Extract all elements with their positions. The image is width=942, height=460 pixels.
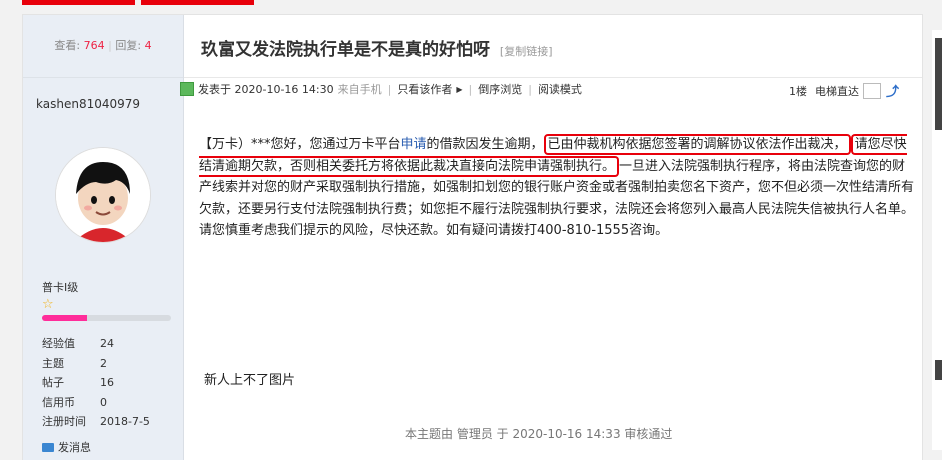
author-stats: 经验值 24 主题 2 帖子 16 信用币 0 注册时间 2018-7-5 [42,334,160,432]
user-level[interactable]: 普卡I级 [42,279,78,295]
stat-label: 注册时间 [42,415,86,428]
divider: | [528,82,532,96]
body-text: 的借款因发生逾期， [426,137,544,152]
views-count: 764 [83,39,105,52]
reverse-order-link[interactable]: 倒序浏览 [478,81,522,97]
copy-link-button[interactable]: [复制链接] [500,45,553,58]
avatar-illustration [56,148,150,242]
floor-number: 1楼 [789,84,807,98]
floor-input[interactable] [863,82,881,99]
stat-value[interactable]: 2 [100,354,160,374]
highlighted-text: 已由仲裁机构依据您签署的调解协议依法作出裁决， [543,134,851,155]
divider: | [387,82,392,96]
envelope-icon [42,442,54,452]
author-sidebar: 查看: 764 | 回复: 4 kashen81040979 普卡I级 ☆ 经验… [23,15,184,460]
stat-label: 主题 [42,356,64,370]
reading-mode-link[interactable]: 阅读模式 [538,81,582,97]
body-text: 【万卡）***您好，您通过万卡平台 [199,137,401,152]
author-username[interactable]: kashen81040979 [36,97,140,111]
divider: | [468,82,473,96]
stat-label: 信用币 [42,395,75,409]
stat-row-exp: 经验值 24 [42,334,160,354]
stat-row-posts: 帖子 16 [42,373,160,393]
top-tab-1[interactable] [22,0,135,5]
level-progress-bar [42,315,171,321]
post-meta-bar: 发表于 2020-10-16 14:30 来自手机 | 只看该作者 ▶ | 倒序… [180,81,582,97]
online-status-icon [180,82,194,96]
stat-value[interactable]: 16 [100,373,160,393]
stat-row-topics: 主题 2 [42,354,160,374]
top-tab-strip [0,0,942,5]
stat-value: 2018-7-5 [100,415,150,428]
post-source: 来自手机 [337,83,382,96]
elevator-label: 电梯直达 [815,84,859,98]
stat-value: 0 [100,395,107,409]
side-image-1 [935,38,942,130]
audit-notice: 本主题由 管理员 于 2020-10-16 14:33 审核通过 [405,427,673,441]
stat-label: 帖子 [42,376,64,389]
avatar[interactable] [55,147,151,243]
thread-stats: 查看: 764 | 回复: 4 [23,15,183,78]
send-message-label: 发消息 [58,441,91,454]
top-tab-2[interactable] [141,0,254,5]
replies-count: 4 [144,39,152,52]
stat-row-credit: 信用币 0 [42,393,160,413]
thread-title-text: 玖富又发法院执行单是不是真的好怕呀 [201,40,490,60]
post-body: 【万卡）***您好，您通过万卡平台申请的借款因发生逾期， 已由仲裁机构依据您签署的… [199,134,914,242]
stat-value: 24 [100,337,114,350]
post-note: 新人上不了图片 [204,373,296,388]
post-time: 发表于 2020-10-16 14:30 [198,83,334,96]
level-progress-fill [42,315,88,321]
thread-title: 玖富又发法院执行单是不是真的好怕呀 [复制链接] [201,35,553,60]
stat-row-registered: 注册时间 2018-7-5 [42,412,160,432]
thread-header: 玖富又发法院执行单是不是真的好怕呀 [复制链接] [184,15,922,78]
arrow-right-icon: ▶ [456,84,463,94]
right-side-panel [932,30,942,450]
replies-label: 回复: [115,39,142,52]
floor-nav: 1楼 电梯直达 ⤴ [789,81,899,100]
side-image-2 [935,360,942,380]
views-label: 查看: [54,39,81,52]
send-message-link[interactable]: 发消息 [42,439,91,455]
apply-link[interactable]: 申请 [401,137,427,152]
jump-arrow-icon[interactable]: ⤴ [886,81,899,100]
stat-label: 经验值 [42,337,75,350]
only-author-link[interactable]: 只看该作者 [397,81,452,97]
star-icon: ☆ [42,297,54,312]
